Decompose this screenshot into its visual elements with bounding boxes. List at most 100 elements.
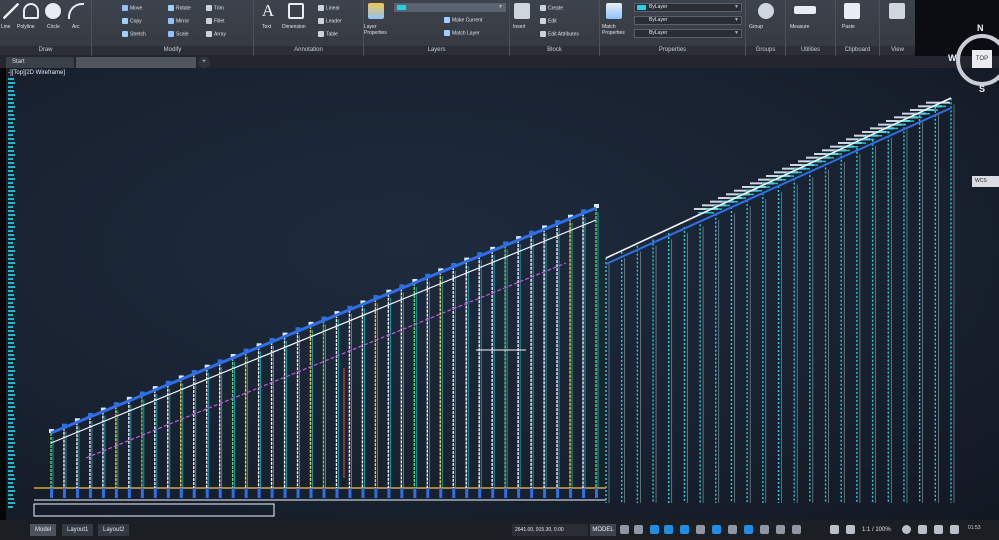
ortho-icon[interactable]: [650, 525, 659, 534]
group-icon[interactable]: [758, 3, 774, 19]
left-edge-marker: [8, 202, 15, 204]
snap-icon[interactable]: [634, 525, 643, 534]
match-layer-tool[interactable]: Match Layer: [444, 30, 480, 36]
station-bottom-marker: [257, 488, 261, 498]
match-properties-label[interactable]: Match Properties: [602, 24, 632, 36]
otrack-icon[interactable]: [696, 525, 705, 534]
rotate-tool[interactable]: Rotate: [168, 5, 191, 11]
polar-icon[interactable]: [664, 525, 673, 534]
view-icon[interactable]: [889, 3, 905, 19]
model-space-button[interactable]: MODEL: [590, 524, 616, 536]
move-tool[interactable]: Move: [122, 5, 142, 11]
customize-menu-icon[interactable]: [950, 525, 959, 534]
circle-icon[interactable]: [45, 3, 61, 19]
add-icon[interactable]: [918, 525, 927, 534]
text-tool-label[interactable]: Text: [262, 24, 271, 30]
grid-icon[interactable]: [620, 525, 629, 534]
tab-model[interactable]: Model: [30, 524, 57, 536]
edit-attributes-tool[interactable]: Edit Attributes: [540, 31, 579, 37]
make-current-tool[interactable]: Make Current: [444, 17, 482, 23]
gizmo-icon[interactable]: [792, 525, 801, 534]
arc-tool-label[interactable]: Arc: [72, 24, 80, 30]
annotation-visibility-icon[interactable]: [830, 525, 839, 534]
groups-panel-title[interactable]: Groups: [746, 46, 785, 55]
draw-panel-title[interactable]: Draw: [0, 46, 91, 55]
trim-tool[interactable]: Trim: [206, 5, 224, 11]
transparency-icon[interactable]: [728, 525, 737, 534]
properties-panel-title[interactable]: Properties: [600, 46, 745, 55]
leader-tool[interactable]: Leader: [318, 18, 342, 24]
line-icon[interactable]: [3, 3, 19, 19]
copy-tool[interactable]: Copy: [122, 18, 142, 24]
left-edge-marker: [8, 206, 13, 208]
group-tool-label[interactable]: Group: [749, 24, 763, 30]
left-edge-marker: [8, 414, 14, 416]
station-bottom-marker: [348, 488, 352, 498]
selection-cycling-icon[interactable]: [744, 525, 753, 534]
compass-north[interactable]: N: [977, 23, 984, 33]
circle-tool-label[interactable]: Circle: [47, 24, 60, 30]
viewport-controls-label[interactable]: -][Top][2D Wireframe]: [8, 70, 65, 76]
mirror-tool[interactable]: Mirror: [168, 18, 189, 24]
layer-dropdown[interactable]: ▼: [394, 3, 506, 12]
array-tool[interactable]: Array: [206, 31, 226, 37]
layers-panel-title[interactable]: Layers: [364, 46, 509, 55]
polyline-tool-label[interactable]: Polyline: [17, 24, 35, 30]
modify-panel-title[interactable]: Modify: [92, 46, 253, 55]
new-tab-button[interactable]: +: [198, 57, 210, 68]
block-panel-title[interactable]: Block: [510, 46, 599, 55]
fillet-tool[interactable]: Fillet: [206, 18, 225, 24]
table-tool[interactable]: Table: [318, 31, 338, 37]
match-properties-icon[interactable]: [606, 3, 622, 19]
stretch-tool[interactable]: Stretch: [122, 31, 146, 37]
compass-south[interactable]: S: [979, 84, 985, 94]
tab-layout1[interactable]: Layout1: [62, 524, 94, 536]
viewcube[interactable]: TOP N S W: [948, 23, 999, 94]
paste-icon[interactable]: [844, 3, 860, 19]
arc-icon[interactable]: [68, 3, 84, 19]
left-edge-marker: [8, 150, 14, 152]
dynamic-ucs-icon[interactable]: [776, 525, 785, 534]
text-icon[interactable]: A: [260, 2, 276, 19]
lineweight-icon[interactable]: [712, 525, 721, 534]
line-tool-label[interactable]: Line: [1, 24, 10, 30]
drawing-viewport[interactable]: -][Top][2D Wireframe]: [6, 68, 999, 520]
wcs-menu[interactable]: WCS: [972, 176, 999, 187]
linear-tool[interactable]: Linear: [318, 5, 340, 11]
layer-properties-icon[interactable]: [368, 3, 384, 19]
clipboard-panel-title[interactable]: Clipboard: [836, 46, 879, 55]
osnap-icon[interactable]: [680, 525, 689, 534]
utilities-panel-title[interactable]: Utilities: [786, 46, 835, 55]
viewcube-top-face[interactable]: TOP: [972, 50, 992, 68]
tab-start[interactable]: Start: [6, 57, 74, 68]
cad-drawing[interactable]: [6, 68, 999, 520]
tab-layout2[interactable]: Layout2: [98, 524, 130, 536]
edit-tool[interactable]: Edit: [540, 18, 557, 24]
polyline-icon[interactable]: [23, 3, 39, 19]
annotation-scale[interactable]: 1:1 / 100%: [862, 524, 896, 536]
linetype-dropdown[interactable]: ByLayer ▼: [634, 16, 742, 25]
left-edge-marker: [8, 458, 13, 460]
compass-west[interactable]: W: [948, 53, 957, 63]
dimension-icon[interactable]: [288, 3, 304, 19]
dimension-tool-label[interactable]: Dimension: [282, 24, 306, 30]
create-tool[interactable]: Create: [540, 5, 563, 11]
color-dropdown[interactable]: ByLayer ▼: [634, 3, 742, 12]
isolate-objects-icon[interactable]: [934, 525, 943, 534]
auto-scale-icon[interactable]: [846, 525, 855, 534]
tab-drawing[interactable]: [76, 57, 196, 68]
workspace-gear-icon[interactable]: [902, 525, 911, 534]
coordinate-readout[interactable]: 2641.00, 915.30, 0.00: [512, 524, 588, 536]
insert-icon[interactable]: [514, 3, 530, 19]
annotation-panel-title[interactable]: Annotation: [254, 46, 363, 55]
measure-tool-label[interactable]: Measure: [790, 24, 809, 30]
layer-properties-label[interactable]: Layer Properties: [364, 24, 394, 36]
insert-tool-label[interactable]: Insert: [513, 24, 526, 30]
lineweight-dropdown[interactable]: ByLayer ▼: [634, 29, 742, 38]
view-panel-title[interactable]: View: [880, 46, 915, 55]
paste-tool-label[interactable]: Paste: [842, 24, 855, 30]
3d-osnap-icon[interactable]: [760, 525, 769, 534]
scale-tool[interactable]: Scale: [168, 31, 189, 37]
left-edge-marker: [8, 410, 13, 412]
measure-icon[interactable]: [794, 6, 816, 14]
